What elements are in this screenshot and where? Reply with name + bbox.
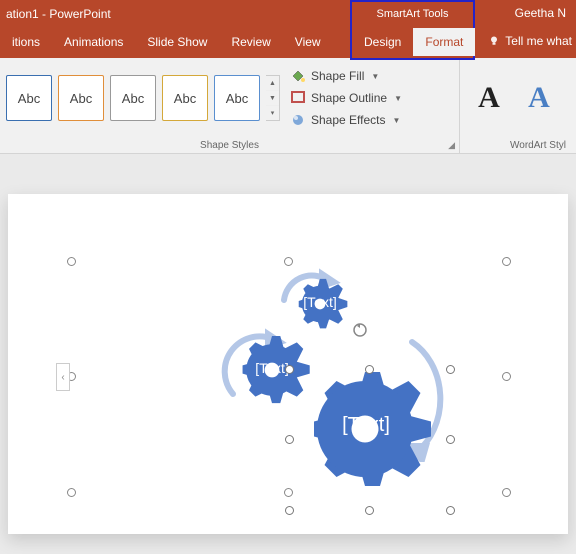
shape-style-5[interactable]: Abc bbox=[214, 75, 260, 121]
inner-handle-bl[interactable] bbox=[285, 506, 294, 515]
inner-handle-br[interactable] bbox=[446, 506, 455, 515]
chevron-down-icon: ▼ bbox=[394, 94, 402, 103]
shape-effects-label: Shape Effects bbox=[311, 113, 386, 127]
resize-handle-tl[interactable] bbox=[67, 257, 76, 266]
shape-style-1[interactable]: Abc bbox=[6, 75, 52, 121]
chevron-down-icon: ▼ bbox=[393, 116, 401, 125]
resize-handle-tr[interactable] bbox=[502, 257, 511, 266]
pen-icon bbox=[290, 90, 306, 106]
gallery-more-icon: ▾ bbox=[266, 106, 279, 120]
tell-me-label: Tell me what bbox=[505, 34, 572, 48]
group-label-shape-styles: Shape Styles ◢ bbox=[0, 138, 459, 153]
tab-animations[interactable]: Animations bbox=[52, 28, 135, 58]
inner-handle-mr[interactable] bbox=[446, 435, 455, 444]
tab-transitions[interactable]: itions bbox=[0, 28, 52, 58]
resize-handle-mr[interactable] bbox=[502, 372, 511, 381]
resize-handle-bl[interactable] bbox=[67, 488, 76, 497]
shape-fill-label: Shape Fill bbox=[311, 69, 364, 83]
window-title: ation1 - PowerPoint bbox=[0, 7, 350, 21]
tool-tabs: Design Format bbox=[352, 28, 475, 56]
gear-small-text[interactable]: [Text] bbox=[296, 294, 344, 310]
slide[interactable]: ‹ [Text] [Text] [Text] bbox=[8, 194, 568, 534]
tell-me[interactable]: Tell me what bbox=[488, 34, 572, 48]
shape-style-2[interactable]: Abc bbox=[58, 75, 104, 121]
chevron-left-icon: ‹ bbox=[61, 372, 64, 383]
inner-handle-tr[interactable] bbox=[446, 365, 455, 374]
group-label-wordart: WordArt Styl bbox=[460, 138, 576, 153]
dialog-launcher-icon[interactable]: ◢ bbox=[448, 140, 455, 151]
effects-icon bbox=[290, 112, 306, 128]
shape-style-gallery-more[interactable]: ▲ ▼ ▾ bbox=[266, 75, 280, 121]
gallery-down-icon: ▼ bbox=[266, 91, 279, 106]
wordart-style-2[interactable]: A bbox=[518, 77, 560, 119]
tool-context-title: SmartArt Tools bbox=[352, 2, 473, 30]
bulb-icon bbox=[488, 35, 500, 47]
group-shape-styles: Abc Abc Abc Abc Abc ▲ ▼ ▾ Shape Fill ▼ S… bbox=[0, 58, 460, 153]
group-wordart-styles: A A A WordArt Styl bbox=[460, 58, 576, 153]
inner-handle-tl[interactable] bbox=[285, 365, 294, 374]
inner-handle-tm[interactable] bbox=[365, 365, 374, 374]
wordart-style-1[interactable]: A bbox=[468, 77, 510, 119]
inner-handle-bm[interactable] bbox=[365, 506, 374, 515]
tab-slideshow[interactable]: Slide Show bbox=[135, 28, 219, 58]
shape-outline-label: Shape Outline bbox=[311, 91, 387, 105]
smartart-text-pane-toggle[interactable]: ‹ bbox=[56, 363, 70, 391]
chevron-down-icon: ▼ bbox=[371, 72, 379, 81]
user-name[interactable]: Geetha N bbox=[515, 6, 566, 20]
tab-view[interactable]: View bbox=[283, 28, 333, 58]
shape-style-4[interactable]: Abc bbox=[162, 75, 208, 121]
smartart-selection-frame[interactable]: ‹ [Text] [Text] [Text] bbox=[72, 262, 506, 492]
rotate-handle-icon[interactable] bbox=[352, 322, 368, 338]
shape-outline-button[interactable]: Shape Outline ▼ bbox=[286, 88, 406, 108]
gallery-up-icon: ▲ bbox=[266, 76, 279, 91]
resize-handle-br[interactable] bbox=[502, 488, 511, 497]
inner-handle-ml[interactable] bbox=[285, 435, 294, 444]
inner-shape-selection[interactable] bbox=[290, 370, 450, 510]
tab-design[interactable]: Design bbox=[352, 28, 413, 56]
tab-format[interactable]: Format bbox=[413, 28, 475, 56]
tab-review[interactable]: Review bbox=[219, 28, 282, 58]
slide-workspace[interactable]: ‹ [Text] [Text] [Text] bbox=[0, 154, 576, 554]
title-bar: ation1 - PowerPoint bbox=[0, 0, 576, 28]
bucket-icon bbox=[290, 68, 306, 84]
wordart-style-3[interactable]: A bbox=[568, 77, 576, 119]
ribbon: Abc Abc Abc Abc Abc ▲ ▼ ▾ Shape Fill ▼ S… bbox=[0, 58, 576, 154]
shape-style-3[interactable]: Abc bbox=[110, 75, 156, 121]
shape-effects-button[interactable]: Shape Effects ▼ bbox=[286, 110, 406, 130]
shape-fill-button[interactable]: Shape Fill ▼ bbox=[286, 66, 406, 86]
